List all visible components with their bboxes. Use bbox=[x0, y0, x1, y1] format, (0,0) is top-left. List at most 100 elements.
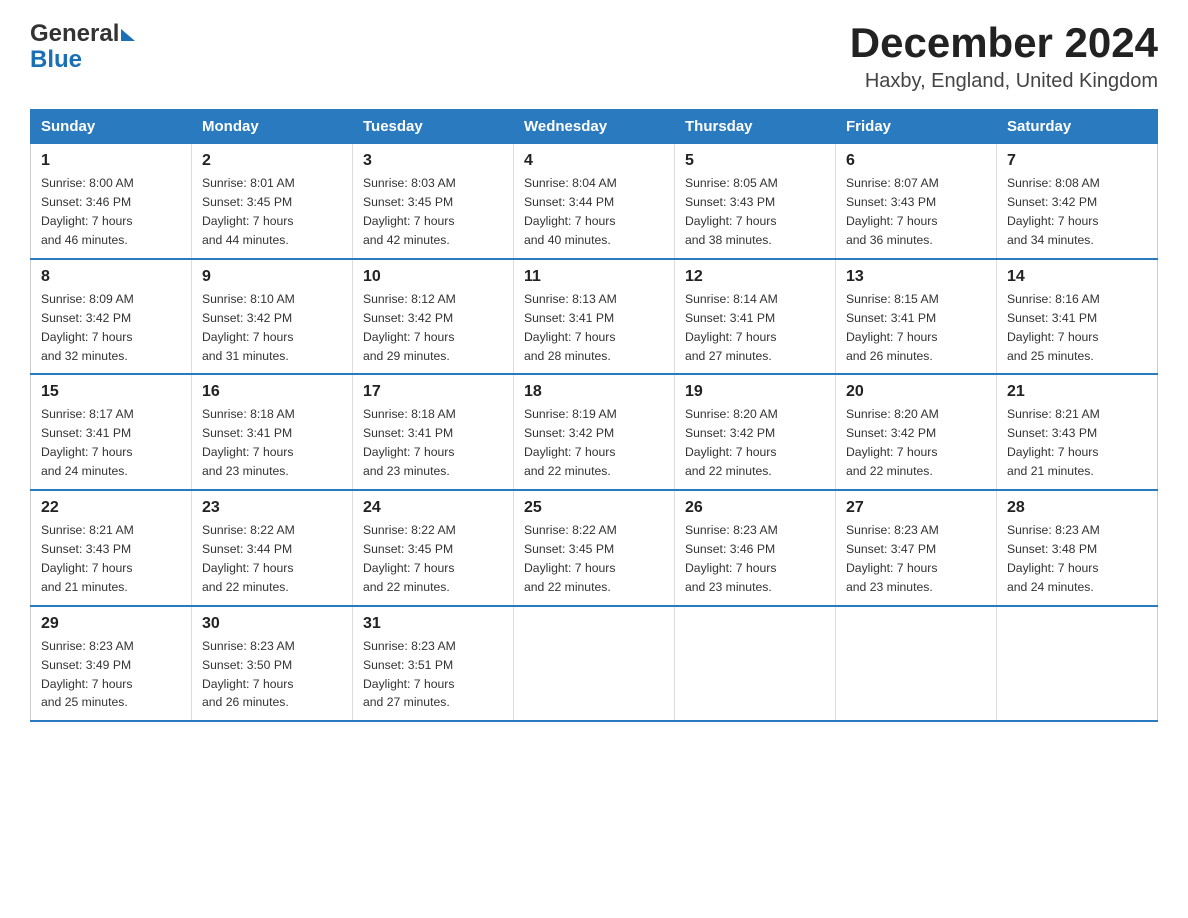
day-number: 29 bbox=[41, 615, 181, 633]
day-number: 30 bbox=[202, 615, 342, 633]
logo: General Blue bbox=[30, 20, 135, 74]
logo-general-text: General bbox=[30, 20, 119, 48]
calendar-day-cell: 31 Sunrise: 8:23 AM Sunset: 3:51 PM Dayl… bbox=[353, 606, 514, 722]
day-number: 10 bbox=[363, 268, 503, 286]
day-info: Sunrise: 8:20 AM Sunset: 3:42 PM Dayligh… bbox=[685, 405, 825, 481]
day-number: 27 bbox=[846, 499, 986, 517]
day-number: 26 bbox=[685, 499, 825, 517]
calendar-table: SundayMondayTuesdayWednesdayThursdayFrid… bbox=[30, 109, 1158, 722]
day-of-week-header: Monday bbox=[192, 110, 353, 144]
day-number: 22 bbox=[41, 499, 181, 517]
day-number: 20 bbox=[846, 383, 986, 401]
calendar-day-cell: 22 Sunrise: 8:21 AM Sunset: 3:43 PM Dayl… bbox=[31, 490, 192, 606]
calendar-day-cell bbox=[675, 606, 836, 722]
day-number: 19 bbox=[685, 383, 825, 401]
day-number: 13 bbox=[846, 268, 986, 286]
day-info: Sunrise: 8:23 AM Sunset: 3:47 PM Dayligh… bbox=[846, 521, 986, 597]
calendar-day-cell: 17 Sunrise: 8:18 AM Sunset: 3:41 PM Dayl… bbox=[353, 374, 514, 490]
calendar-day-cell: 10 Sunrise: 8:12 AM Sunset: 3:42 PM Dayl… bbox=[353, 259, 514, 375]
calendar-day-cell: 29 Sunrise: 8:23 AM Sunset: 3:49 PM Dayl… bbox=[31, 606, 192, 722]
logo-arrow-icon bbox=[121, 29, 135, 41]
day-number: 8 bbox=[41, 268, 181, 286]
day-number: 17 bbox=[363, 383, 503, 401]
day-number: 14 bbox=[1007, 268, 1147, 286]
day-info: Sunrise: 8:22 AM Sunset: 3:45 PM Dayligh… bbox=[363, 521, 503, 597]
day-info: Sunrise: 8:09 AM Sunset: 3:42 PM Dayligh… bbox=[41, 290, 181, 366]
day-info: Sunrise: 8:21 AM Sunset: 3:43 PM Dayligh… bbox=[41, 521, 181, 597]
day-of-week-header: Friday bbox=[836, 110, 997, 144]
day-number: 11 bbox=[524, 268, 664, 286]
day-number: 1 bbox=[41, 152, 181, 170]
day-info: Sunrise: 8:07 AM Sunset: 3:43 PM Dayligh… bbox=[846, 174, 986, 250]
calendar-day-cell: 5 Sunrise: 8:05 AM Sunset: 3:43 PM Dayli… bbox=[675, 144, 836, 259]
day-number: 12 bbox=[685, 268, 825, 286]
day-number: 4 bbox=[524, 152, 664, 170]
day-info: Sunrise: 8:10 AM Sunset: 3:42 PM Dayligh… bbox=[202, 290, 342, 366]
calendar-day-cell: 19 Sunrise: 8:20 AM Sunset: 3:42 PM Dayl… bbox=[675, 374, 836, 490]
calendar-day-cell: 20 Sunrise: 8:20 AM Sunset: 3:42 PM Dayl… bbox=[836, 374, 997, 490]
day-number: 6 bbox=[846, 152, 986, 170]
calendar-day-cell: 23 Sunrise: 8:22 AM Sunset: 3:44 PM Dayl… bbox=[192, 490, 353, 606]
calendar-day-cell: 30 Sunrise: 8:23 AM Sunset: 3:50 PM Dayl… bbox=[192, 606, 353, 722]
day-number: 2 bbox=[202, 152, 342, 170]
day-info: Sunrise: 8:21 AM Sunset: 3:43 PM Dayligh… bbox=[1007, 405, 1147, 481]
calendar-day-cell: 4 Sunrise: 8:04 AM Sunset: 3:44 PM Dayli… bbox=[514, 144, 675, 259]
calendar-day-cell: 1 Sunrise: 8:00 AM Sunset: 3:46 PM Dayli… bbox=[31, 144, 192, 259]
day-info: Sunrise: 8:23 AM Sunset: 3:51 PM Dayligh… bbox=[363, 637, 503, 713]
calendar-header-row: SundayMondayTuesdayWednesdayThursdayFrid… bbox=[31, 110, 1158, 144]
calendar-day-cell: 26 Sunrise: 8:23 AM Sunset: 3:46 PM Dayl… bbox=[675, 490, 836, 606]
day-number: 23 bbox=[202, 499, 342, 517]
calendar-day-cell: 3 Sunrise: 8:03 AM Sunset: 3:45 PM Dayli… bbox=[353, 144, 514, 259]
day-number: 24 bbox=[363, 499, 503, 517]
day-number: 28 bbox=[1007, 499, 1147, 517]
day-info: Sunrise: 8:23 AM Sunset: 3:46 PM Dayligh… bbox=[685, 521, 825, 597]
day-info: Sunrise: 8:23 AM Sunset: 3:50 PM Dayligh… bbox=[202, 637, 342, 713]
day-of-week-header: Wednesday bbox=[514, 110, 675, 144]
day-of-week-header: Sunday bbox=[31, 110, 192, 144]
day-info: Sunrise: 8:23 AM Sunset: 3:48 PM Dayligh… bbox=[1007, 521, 1147, 597]
calendar-day-cell: 27 Sunrise: 8:23 AM Sunset: 3:47 PM Dayl… bbox=[836, 490, 997, 606]
day-number: 7 bbox=[1007, 152, 1147, 170]
page-header: General Blue December 2024 Haxby, Englan… bbox=[30, 20, 1158, 93]
logo-blue-text: Blue bbox=[30, 46, 82, 74]
calendar-day-cell bbox=[997, 606, 1158, 722]
day-info: Sunrise: 8:01 AM Sunset: 3:45 PM Dayligh… bbox=[202, 174, 342, 250]
calendar-day-cell: 6 Sunrise: 8:07 AM Sunset: 3:43 PM Dayli… bbox=[836, 144, 997, 259]
day-info: Sunrise: 8:08 AM Sunset: 3:42 PM Dayligh… bbox=[1007, 174, 1147, 250]
day-info: Sunrise: 8:04 AM Sunset: 3:44 PM Dayligh… bbox=[524, 174, 664, 250]
day-info: Sunrise: 8:14 AM Sunset: 3:41 PM Dayligh… bbox=[685, 290, 825, 366]
day-info: Sunrise: 8:17 AM Sunset: 3:41 PM Dayligh… bbox=[41, 405, 181, 481]
calendar-day-cell: 12 Sunrise: 8:14 AM Sunset: 3:41 PM Dayl… bbox=[675, 259, 836, 375]
calendar-week-row: 29 Sunrise: 8:23 AM Sunset: 3:49 PM Dayl… bbox=[31, 606, 1158, 722]
title-block: December 2024 Haxby, England, United Kin… bbox=[850, 20, 1158, 93]
calendar-day-cell: 9 Sunrise: 8:10 AM Sunset: 3:42 PM Dayli… bbox=[192, 259, 353, 375]
day-number: 25 bbox=[524, 499, 664, 517]
calendar-day-cell: 25 Sunrise: 8:22 AM Sunset: 3:45 PM Dayl… bbox=[514, 490, 675, 606]
day-number: 31 bbox=[363, 615, 503, 633]
day-of-week-header: Tuesday bbox=[353, 110, 514, 144]
day-info: Sunrise: 8:22 AM Sunset: 3:45 PM Dayligh… bbox=[524, 521, 664, 597]
calendar-day-cell: 11 Sunrise: 8:13 AM Sunset: 3:41 PM Dayl… bbox=[514, 259, 675, 375]
location-subtitle: Haxby, England, United Kingdom bbox=[850, 70, 1158, 93]
calendar-week-row: 22 Sunrise: 8:21 AM Sunset: 3:43 PM Dayl… bbox=[31, 490, 1158, 606]
day-number: 3 bbox=[363, 152, 503, 170]
day-info: Sunrise: 8:20 AM Sunset: 3:42 PM Dayligh… bbox=[846, 405, 986, 481]
calendar-day-cell: 8 Sunrise: 8:09 AM Sunset: 3:42 PM Dayli… bbox=[31, 259, 192, 375]
day-number: 18 bbox=[524, 383, 664, 401]
day-info: Sunrise: 8:13 AM Sunset: 3:41 PM Dayligh… bbox=[524, 290, 664, 366]
day-info: Sunrise: 8:22 AM Sunset: 3:44 PM Dayligh… bbox=[202, 521, 342, 597]
day-info: Sunrise: 8:19 AM Sunset: 3:42 PM Dayligh… bbox=[524, 405, 664, 481]
day-info: Sunrise: 8:12 AM Sunset: 3:42 PM Dayligh… bbox=[363, 290, 503, 366]
calendar-day-cell: 2 Sunrise: 8:01 AM Sunset: 3:45 PM Dayli… bbox=[192, 144, 353, 259]
calendar-day-cell: 16 Sunrise: 8:18 AM Sunset: 3:41 PM Dayl… bbox=[192, 374, 353, 490]
day-info: Sunrise: 8:16 AM Sunset: 3:41 PM Dayligh… bbox=[1007, 290, 1147, 366]
day-number: 9 bbox=[202, 268, 342, 286]
day-number: 5 bbox=[685, 152, 825, 170]
day-of-week-header: Thursday bbox=[675, 110, 836, 144]
day-number: 21 bbox=[1007, 383, 1147, 401]
day-info: Sunrise: 8:05 AM Sunset: 3:43 PM Dayligh… bbox=[685, 174, 825, 250]
day-number: 15 bbox=[41, 383, 181, 401]
calendar-day-cell: 28 Sunrise: 8:23 AM Sunset: 3:48 PM Dayl… bbox=[997, 490, 1158, 606]
day-info: Sunrise: 8:00 AM Sunset: 3:46 PM Dayligh… bbox=[41, 174, 181, 250]
day-number: 16 bbox=[202, 383, 342, 401]
